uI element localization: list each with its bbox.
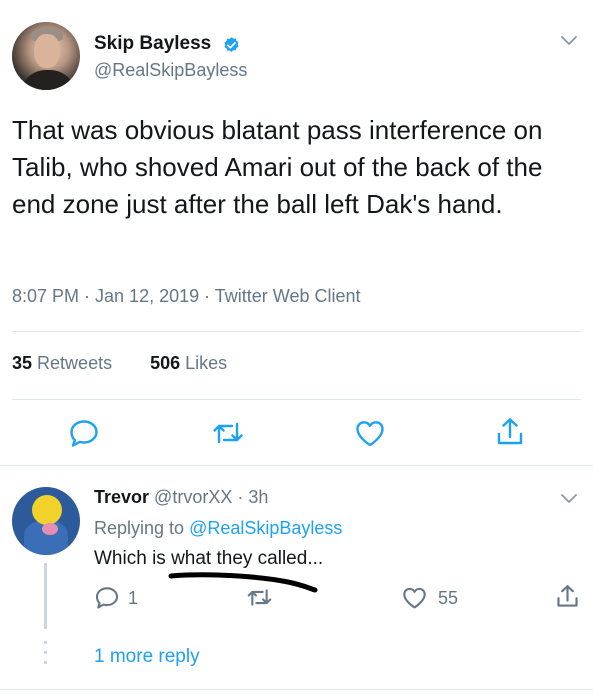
divider	[12, 331, 581, 332]
share-icon[interactable]	[556, 584, 579, 609]
verified-badge-icon	[224, 37, 239, 52]
divider	[0, 465, 593, 466]
share-icon[interactable]	[496, 417, 524, 447]
reply-author-handle[interactable]: @trvorXX	[154, 487, 232, 507]
divider	[12, 399, 581, 400]
thread-dot	[44, 641, 47, 644]
chevron-down-icon[interactable]	[561, 494, 577, 504]
author-handle[interactable]: @RealSkipBayless	[94, 60, 247, 81]
thread-line	[44, 563, 47, 629]
reply-author-avatar[interactable]	[12, 487, 80, 555]
reply-text: Which is what they called...	[94, 548, 324, 569]
replying-to: Replying to @RealSkipBayless	[94, 518, 343, 538]
author-name[interactable]: Skip Bayless	[94, 33, 211, 55]
like-count: 55	[438, 588, 459, 608]
tweet-text: That was obvious blatant pass interferen…	[12, 115, 543, 219]
likes-stat[interactable]: 506 Likes	[150, 353, 227, 373]
thread-dot	[44, 651, 47, 654]
reply-count: 1	[128, 588, 139, 608]
retweet-icon[interactable]	[211, 420, 245, 446]
retweet-icon[interactable]	[246, 587, 273, 608]
reply-time: · 3h	[232, 487, 269, 507]
handdrawn-underline	[168, 572, 318, 593]
more-replies-link[interactable]: 1 more reply	[94, 646, 200, 668]
reply-icon[interactable]	[95, 586, 119, 609]
divider	[0, 689, 593, 690]
like-icon[interactable]	[402, 587, 427, 609]
chevron-down-icon[interactable]	[561, 36, 577, 46]
retweets-stat[interactable]: 35 Retweets	[12, 353, 112, 373]
replying-to-mention[interactable]: @RealSkipBayless	[189, 518, 342, 538]
reply-author-name[interactable]: Trevor	[94, 487, 149, 507]
reply-header: Trevor @trvorXX · 3h	[94, 487, 268, 508]
tweet-meta: 8:07 PM · Jan 12, 2019 · Twitter Web Cli…	[12, 286, 361, 306]
like-icon[interactable]	[355, 420, 385, 447]
reply-icon[interactable]	[69, 419, 99, 447]
author-avatar[interactable]	[12, 22, 80, 90]
thread-dot	[44, 661, 47, 664]
tweet-stats: 35 Retweets 506 Likes	[12, 353, 227, 374]
